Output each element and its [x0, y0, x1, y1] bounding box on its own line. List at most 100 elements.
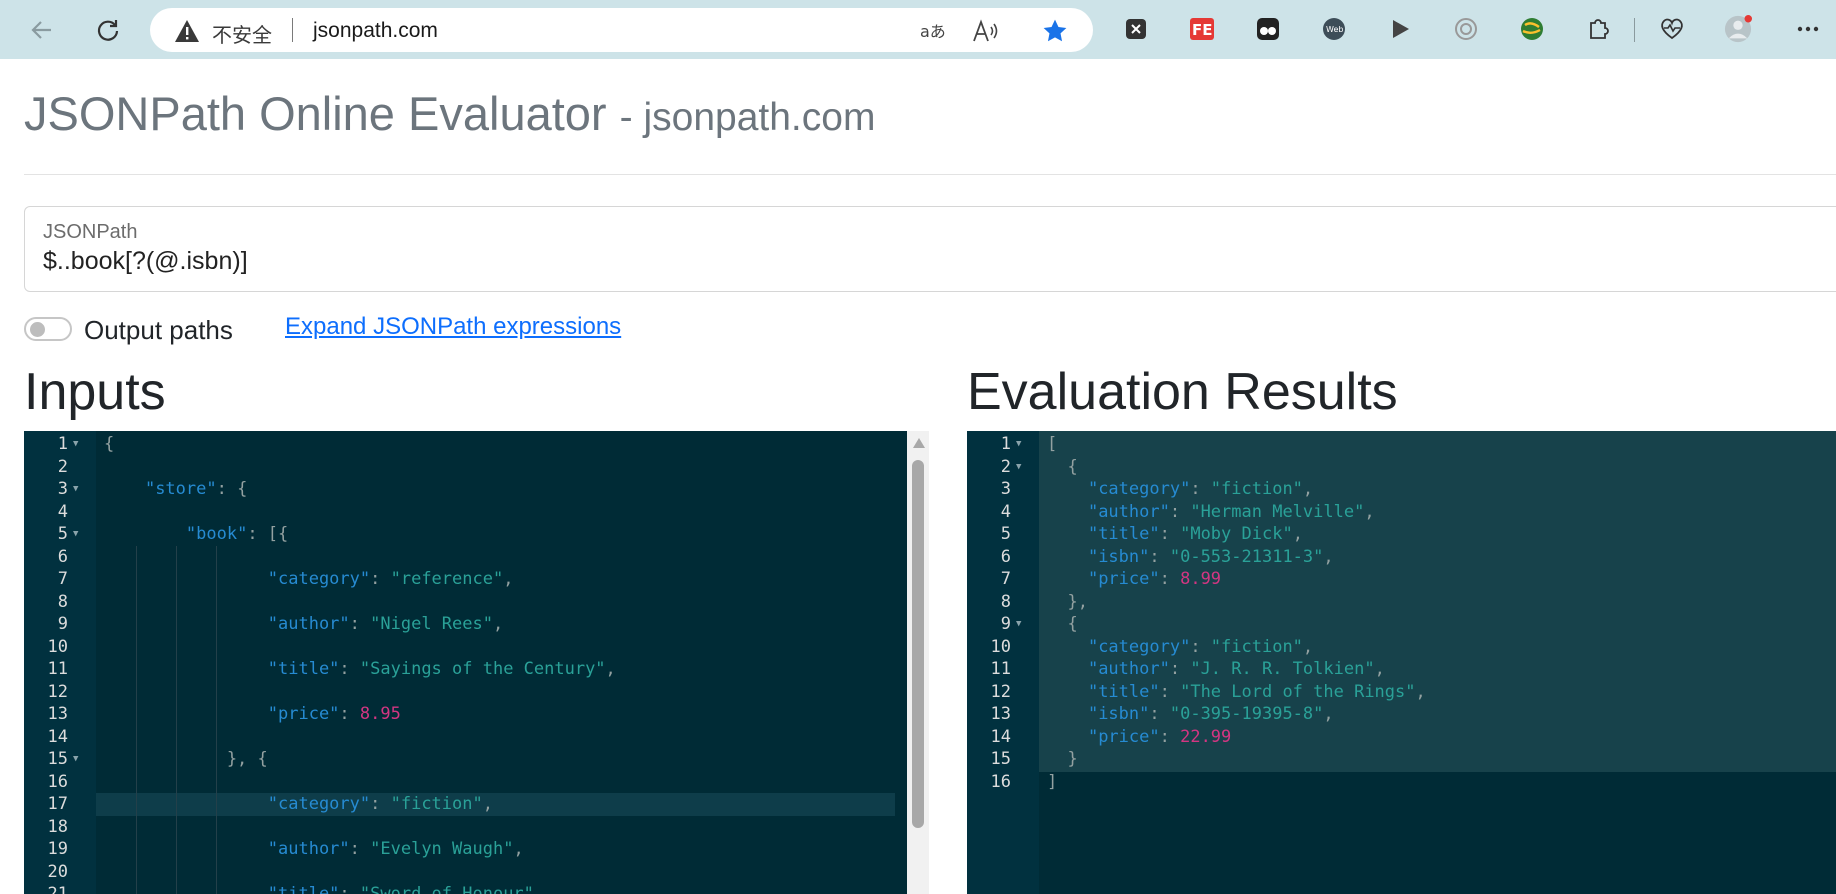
- output-paths-label[interactable]: Output paths: [84, 315, 233, 346]
- output-paths-toggle[interactable]: [24, 317, 72, 341]
- line-number: 4: [57, 501, 68, 522]
- line-number: 13: [47, 704, 68, 724]
- code-line: "author": "Nigel Rees",: [267, 614, 504, 634]
- input-editor[interactable]: 1 ▼ 2 3 ▼ 4 5 ▼ 6 7 8 9 10 11 12 13 14 15 ▼ 16 17 18 19 20 21{ "…: [24, 431, 907, 894]
- line-number: 17: [47, 794, 68, 814]
- fold-arrow-icon[interactable]: ▼: [1016, 613, 1021, 636]
- line-number: 5: [57, 524, 68, 544]
- line-number: 9: [1000, 614, 1011, 634]
- fold-arrow-icon[interactable]: ▼: [73, 748, 78, 771]
- fold-arrow-icon[interactable]: ▼: [1016, 456, 1021, 479]
- scroll-up-arrow-icon[interactable]: [912, 437, 926, 449]
- page-title-suffix: - jsonpath.com: [619, 96, 876, 139]
- line-number: 7: [57, 569, 68, 589]
- line-number: 2: [57, 456, 68, 477]
- refresh-button[interactable]: [90, 12, 126, 48]
- code-line: ]: [1047, 771, 1058, 792]
- line-number: 14: [990, 726, 1011, 747]
- browser-toolbar: 不安全 jsonpath.com aあ FE Web: [0, 0, 1836, 59]
- code-line: "author": "Evelyn Waugh",: [267, 839, 524, 859]
- code-line: "price": 8.99: [1087, 569, 1222, 589]
- fold-arrow-icon[interactable]: ▼: [73, 478, 78, 501]
- code-line: "price": 22.99: [1087, 726, 1232, 747]
- line-number: 21: [47, 884, 68, 894]
- line-number: 11: [47, 659, 68, 679]
- code-line: "store": {: [144, 479, 248, 499]
- toolbar-divider: [1634, 18, 1635, 42]
- fold-arrow-icon[interactable]: ▼: [73, 523, 78, 546]
- back-button[interactable]: [24, 12, 60, 48]
- tampermonkey-icon[interactable]: [1254, 15, 1282, 43]
- input-editor-scroll-thumb[interactable]: [912, 460, 924, 828]
- favorite-star-icon[interactable]: [1042, 18, 1068, 44]
- line-number: 2: [1000, 456, 1011, 477]
- line-number: 10: [47, 636, 68, 657]
- profile-avatar-icon[interactable]: [1724, 15, 1752, 43]
- line-number: 3: [1000, 479, 1011, 499]
- line-number: 20: [47, 861, 68, 882]
- more-menu-icon[interactable]: [1794, 15, 1822, 43]
- code-line: "isbn": "0-553-21311-3",: [1087, 546, 1334, 567]
- line-number: 12: [47, 681, 68, 702]
- page-title-main: JSONPath Online Evaluator: [24, 87, 607, 140]
- results-editor[interactable]: 1 ▼ 2 ▼ 3 4 5 6 7 8 9 ▼ 10 11 12 13 14 15 16[ { "category"…: [967, 431, 1836, 894]
- line-number: 5: [1000, 524, 1011, 544]
- code-line: [: [1047, 434, 1058, 454]
- code-line: "title": "Sword of Honour",: [267, 884, 545, 894]
- jsonpath-field[interactable]: JSONPath: [24, 206, 1836, 292]
- line-number: 16: [990, 771, 1011, 792]
- line-number: 16: [47, 771, 68, 792]
- expand-expressions-link[interactable]: Expand JSONPath expressions: [285, 313, 621, 341]
- code-line: "category": "reference",: [267, 569, 514, 589]
- code-line: "category": "fiction",: [267, 794, 493, 814]
- fold-arrow-icon[interactable]: ▼: [1016, 433, 1021, 456]
- line-number: 9: [57, 614, 68, 634]
- line-number: 15: [990, 749, 1011, 769]
- address-separator: [292, 18, 293, 42]
- code-line: {: [1047, 614, 1078, 634]
- code-line: "isbn": "0-395-19395-8",: [1087, 704, 1334, 724]
- extensions-puzzle-icon[interactable]: [1584, 15, 1612, 43]
- security-label[interactable]: 不安全: [212, 19, 272, 48]
- toggle-knob: [30, 322, 45, 337]
- jsonpath-input[interactable]: [43, 247, 1743, 276]
- line-number: 8: [57, 591, 68, 612]
- line-number: 18: [47, 816, 68, 837]
- line-number: 1: [1000, 434, 1011, 454]
- url-text[interactable]: jsonpath.com: [313, 19, 438, 43]
- x-extension-icon[interactable]: [1122, 15, 1150, 43]
- svg-text:Web: Web: [1326, 25, 1343, 34]
- fe-helper-icon[interactable]: FE: [1188, 15, 1216, 43]
- code-line: }: [1047, 749, 1078, 769]
- play-icon[interactable]: [1386, 15, 1414, 43]
- line-number: 11: [990, 659, 1011, 679]
- title-divider: [24, 174, 1836, 175]
- line-number: 13: [990, 704, 1011, 724]
- openai-icon[interactable]: [1452, 15, 1480, 43]
- line-number: 14: [47, 726, 68, 747]
- inputs-heading: Inputs: [24, 363, 166, 421]
- code-line: "category": "fiction",: [1087, 636, 1314, 657]
- page-title: JSONPath Online Evaluator - jsonpath.com: [24, 86, 875, 141]
- fold-arrow-icon[interactable]: ▼: [73, 433, 78, 456]
- code-line: "title": "Sayings of the Century",: [267, 659, 616, 679]
- browser-essentials-icon[interactable]: [1658, 15, 1686, 43]
- warning-icon: [174, 19, 200, 48]
- svg-text:aあ: aあ: [920, 22, 946, 41]
- line-number: 6: [1000, 546, 1011, 567]
- arrow-left-icon: [31, 21, 51, 39]
- line-number: 6: [57, 546, 68, 567]
- code-line: }, {: [104, 749, 268, 769]
- translate-icon[interactable]: aあ: [920, 18, 946, 44]
- line-number: 8: [1000, 591, 1011, 612]
- read-aloud-icon[interactable]: [972, 18, 998, 44]
- webgpt-icon[interactable]: Web: [1320, 15, 1348, 43]
- globe-icon[interactable]: [1518, 15, 1546, 43]
- refresh-icon: [97, 20, 119, 41]
- code-line: "title": "The Lord of the Rings",: [1087, 681, 1426, 702]
- address-bar[interactable]: 不安全 jsonpath.com aあ: [150, 8, 1093, 52]
- code-line: "author": "Herman Melville",: [1087, 501, 1375, 522]
- line-number: 19: [47, 839, 68, 859]
- code-line: },: [1047, 591, 1088, 612]
- code-line: "title": "Moby Dick",: [1087, 524, 1303, 544]
